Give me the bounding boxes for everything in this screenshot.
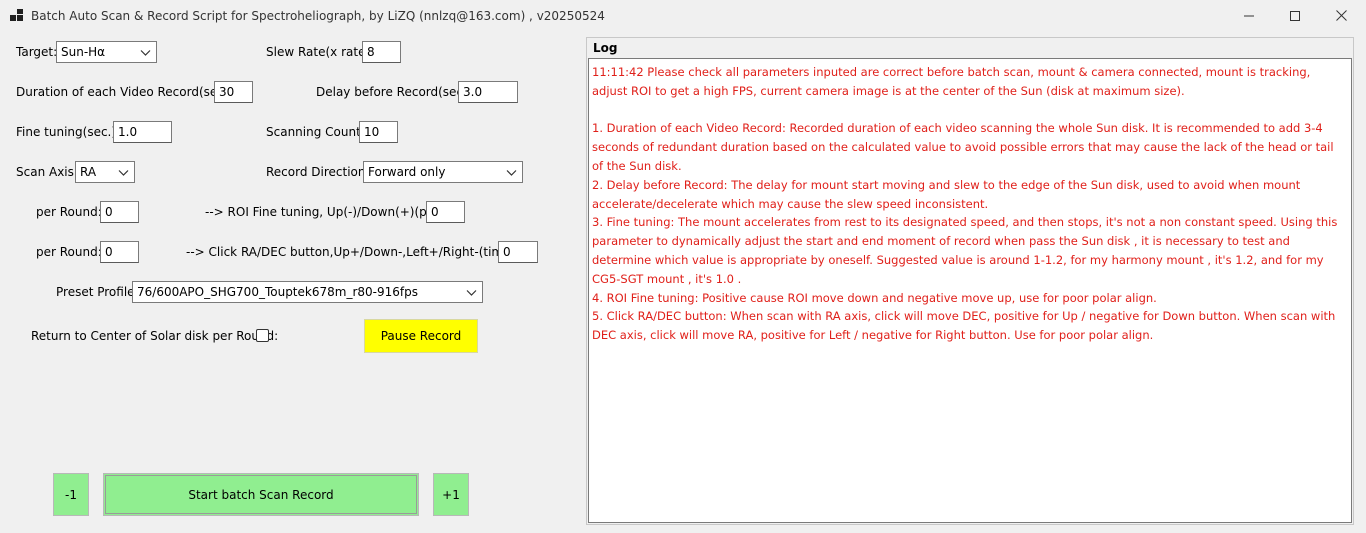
pause-record-button[interactable]: Pause Record — [364, 319, 478, 353]
scan-axis-label: Scan Axis: — [16, 165, 78, 179]
return-center-checkbox[interactable] — [256, 329, 269, 342]
slew-rate-label: Slew Rate(x rate): — [266, 45, 375, 59]
target-value: Sun-Hα — [61, 45, 106, 59]
click-per-round-label: per Round: — [36, 245, 102, 259]
delay-label: Delay before Record(sec.): — [316, 85, 476, 99]
record-direction-label: Record Direction: — [266, 165, 370, 179]
roi-per-round-input[interactable]: 0 — [100, 201, 139, 223]
log-line: 11:11:42 Please check all parameters inp… — [592, 65, 1311, 98]
log-line: 1. Duration of each Video Record: Record… — [592, 121, 1334, 173]
log-line — [592, 101, 1348, 120]
log-line: 4. ROI Fine tuning: Positive cause ROI m… — [592, 290, 1157, 305]
log-line: 5. Click RA/DEC button: When scan with R… — [592, 309, 1336, 343]
minimize-icon — [1244, 15, 1254, 16]
preset-profile-label: Preset Profile: — [56, 285, 139, 299]
plus-one-button[interactable]: +1 — [433, 473, 469, 516]
start-batch-scan-button[interactable]: Start batch Scan Record — [103, 473, 419, 516]
preset-profile-select[interactable]: 76/600APO_SHG700_Touptek678m_r80-916fps — [132, 281, 483, 303]
log-title: Log — [593, 41, 618, 55]
chevron-down-icon — [140, 50, 151, 56]
log-textbox[interactable]: 11:11:42 Please check all parameters inp… — [588, 58, 1352, 523]
chevron-down-icon — [118, 170, 129, 176]
return-center-label: Return to Center of Solar disk per Round… — [31, 329, 279, 343]
record-direction-select[interactable]: Forward only — [363, 161, 523, 183]
close-button[interactable] — [1318, 0, 1364, 31]
target-select[interactable]: Sun-Hα — [56, 41, 157, 63]
roi-per-round-label: per Round: — [36, 205, 102, 219]
log-line: 2. Delay before Record: The delay for mo… — [592, 177, 1301, 211]
record-direction-value: Forward only — [368, 165, 446, 179]
scan-axis-value: RA — [80, 165, 97, 179]
plus-one-label: +1 — [442, 487, 460, 502]
minus-one-button[interactable]: -1 — [53, 473, 89, 516]
maximize-button[interactable] — [1272, 0, 1318, 31]
duration-label: Duration of each Video Record(sec.): — [16, 85, 237, 99]
chevron-down-icon — [506, 170, 517, 176]
fine-tuning-label: Fine tuning(sec.): — [16, 125, 121, 139]
chevron-down-icon — [466, 290, 477, 296]
fine-tuning-input[interactable]: 1.0 — [113, 121, 172, 143]
minimize-button[interactable] — [1226, 0, 1272, 31]
log-line: 3. Fine tuning: The mount accelerates fr… — [592, 215, 1338, 286]
target-label: Target: — [16, 45, 58, 59]
scanning-count-label: Scanning Count: — [266, 125, 365, 139]
scanning-count-input[interactable]: 10 — [359, 121, 398, 143]
start-batch-scan-label: Start batch Scan Record — [188, 487, 334, 502]
slew-rate-input[interactable]: 8 — [362, 41, 401, 63]
duration-input[interactable]: 30 — [214, 81, 253, 103]
click-radec-label: --> Click RA/DEC button,Up+/Down-,Left+/… — [186, 245, 526, 259]
click-radec-input[interactable]: 0 — [498, 241, 538, 263]
roi-fine-tuning-label: --> ROI Fine tuning, Up(-)/Down(+)(pt): — [205, 205, 441, 219]
click-per-round-input[interactable]: 0 — [100, 241, 139, 263]
roi-fine-tuning-input[interactable]: 0 — [426, 201, 465, 223]
app-icon — [10, 9, 23, 22]
minus-one-label: -1 — [65, 487, 77, 502]
scan-axis-select[interactable]: RA — [75, 161, 135, 183]
window-title: Batch Auto Scan & Record Script for Spec… — [31, 9, 605, 23]
title-bar: Batch Auto Scan & Record Script for Spec… — [0, 0, 1366, 31]
log-panel: Log 11:11:42 Please check all parameters… — [586, 37, 1354, 525]
close-icon — [1335, 10, 1347, 21]
delay-input[interactable]: 3.0 — [458, 81, 518, 103]
preset-profile-value: 76/600APO_SHG700_Touptek678m_r80-916fps — [137, 285, 418, 299]
maximize-icon — [1290, 10, 1300, 21]
